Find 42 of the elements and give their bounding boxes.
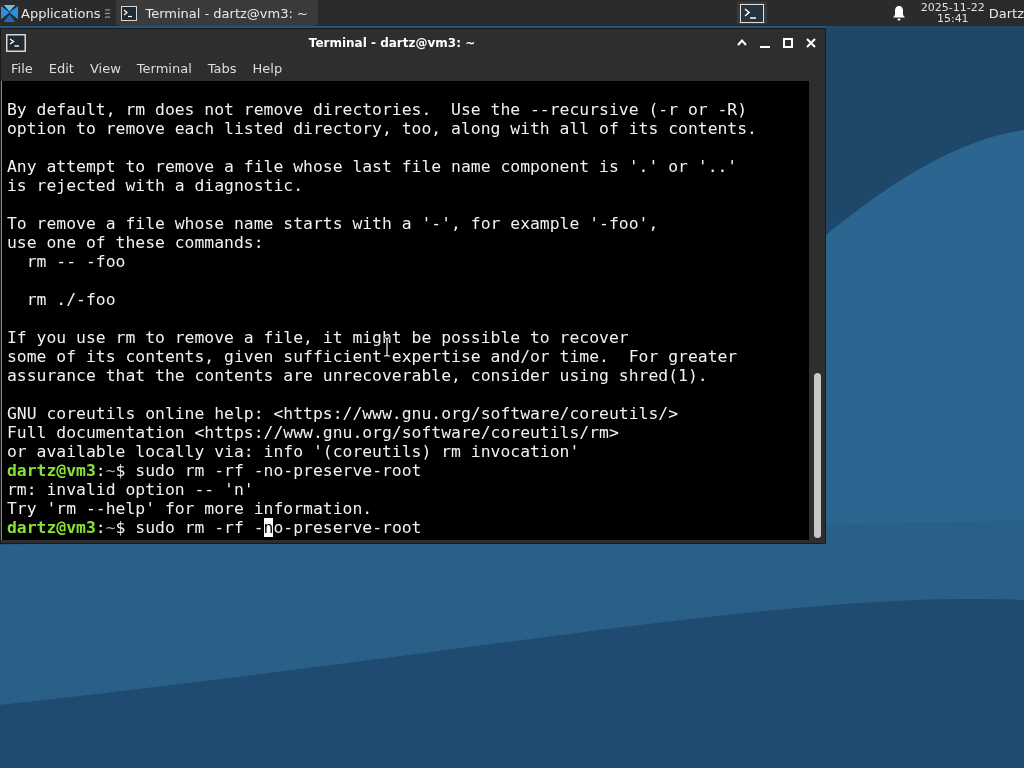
user-menu-button[interactable]: Dartz — [988, 1, 1024, 25]
terminal-icon — [121, 5, 138, 21]
output-line: assurance that the contents are unrecoverable, consider using shred(1). — [7, 366, 708, 385]
cross-logo-icon — [1, 4, 18, 22]
taskbar-button[interactable]: Terminal - dartz@vm3: ~ — [116, 0, 318, 26]
clock-date: 2025-11-22 — [920, 2, 985, 13]
output-line: some of its contents, given sufficient expertise and/or time. For greater — [7, 347, 738, 366]
output-line: By default, rm does not remove directories. Use the --recursive (-r or -R) — [7, 100, 748, 119]
applications-menu-button[interactable]: Applications — [0, 1, 103, 25]
output-line: Try 'rm --help' for more information. — [7, 499, 373, 518]
output-line: To remove a file whose name starts with a '-', for example '-foo', — [7, 214, 659, 233]
menu-item[interactable]: Tabs — [200, 59, 244, 78]
window-title: Terminal - dartz@vm3: ~ — [307, 35, 477, 50]
output-line: or available locally via: info '(coreutils) rm invocation' — [7, 442, 580, 461]
output-line: rm ./-foo — [25, 290, 116, 309]
menu-item[interactable]: Edit — [41, 59, 81, 78]
drag-handle-icon — [105, 7, 111, 19]
output-line: rm -- -foo — [25, 252, 126, 271]
menu-item[interactable]: Terminal — [129, 59, 199, 78]
menu-item[interactable]: File — [4, 59, 40, 78]
output-line: is rejected with a diagnostic. — [7, 176, 304, 195]
output-line: option to remove each listed directory, too, along with all of its contents. — [7, 119, 757, 138]
output-line: use one of these commands: — [7, 233, 264, 252]
output-line: Any attempt to remove a file whose last file name component is '.' or '..' — [7, 157, 738, 176]
terminal-launcher-button[interactable] — [736, 2, 767, 24]
output-line: Full documentation <https://www.gnu.org/software/coreutils/rm> — [7, 423, 619, 442]
prompt-line: dartz@vm3:~$ sudo rm -rf -no-preserve-root — [7, 461, 422, 480]
menu-item[interactable]: Help — [245, 59, 290, 78]
bell-icon[interactable] — [891, 5, 906, 21]
terminal-icon — [739, 3, 764, 23]
close-icon — [805, 37, 816, 48]
output-line: If you use rm to remove a file, it might be possible to recover — [7, 328, 629, 347]
output-line: GNU coreutils online help: <https://www.gnu.org/software/coreutils/> — [7, 404, 679, 423]
maximize-icon — [782, 37, 793, 48]
prompt-line: dartz@vm3:~$ sudo rm -rf -no-preserve-root — [7, 518, 422, 537]
menu-item[interactable]: View — [82, 59, 128, 78]
caret-up-icon — [736, 39, 747, 46]
terminal-icon — [6, 33, 26, 52]
scrollbar-thumb[interactable] — [813, 373, 821, 538]
output-line: rm: invalid option -- 'n' — [7, 480, 254, 499]
minimize-icon — [759, 45, 770, 48]
clock-time: 15:41 — [936, 13, 969, 24]
